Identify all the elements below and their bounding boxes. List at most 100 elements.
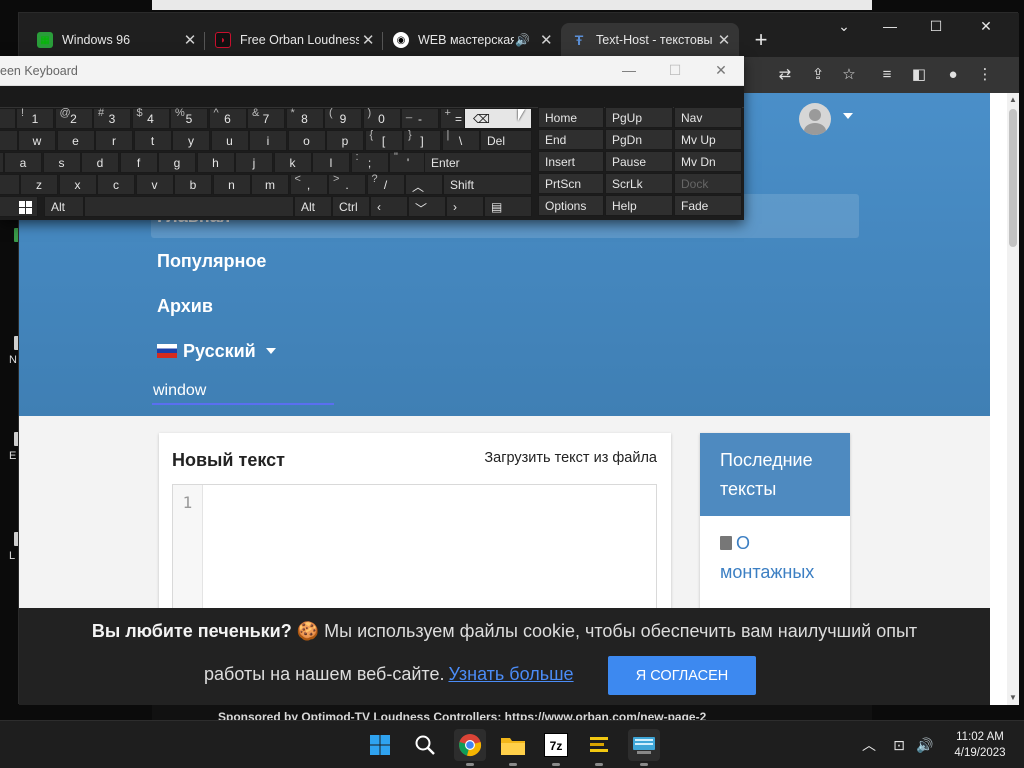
desktop-icon-1[interactable] bbox=[0, 228, 22, 242]
side-panel-icon[interactable]: ◧ bbox=[909, 65, 929, 85]
key-6[interactable]: ^ 6 bbox=[208, 107, 247, 129]
key--[interactable]: _ - bbox=[401, 107, 439, 129]
key-menu[interactable]: ▤ bbox=[484, 196, 532, 217]
key-8[interactable]: * 8 bbox=[285, 107, 324, 129]
key-dock[interactable]: Dock bbox=[674, 173, 742, 194]
key-;[interactable]: :; bbox=[350, 151, 389, 173]
key-c[interactable]: c bbox=[97, 174, 135, 195]
user-avatar[interactable] bbox=[799, 103, 831, 135]
key-shift-right[interactable]: Shift bbox=[443, 174, 532, 195]
key-alt-left[interactable]: Alt bbox=[44, 196, 84, 217]
osk-app[interactable] bbox=[628, 729, 660, 766]
scroll-thumb[interactable] bbox=[1009, 109, 1017, 247]
tab-texthost[interactable]: Ŧ Text-Host - текстовы ✕ bbox=[561, 23, 739, 57]
key-ctrl[interactable]: Ctrl bbox=[332, 196, 370, 217]
key-s[interactable]: s bbox=[42, 152, 81, 173]
notes-app[interactable] bbox=[583, 729, 615, 766]
key-k[interactable]: k bbox=[273, 152, 312, 173]
nav-archive[interactable]: Архив bbox=[157, 296, 213, 317]
key-o[interactable]: o bbox=[287, 130, 326, 151]
tab-orban[interactable]: ◗ Free Orban Loudness ✕ bbox=[205, 23, 383, 57]
key-j[interactable]: j bbox=[235, 152, 273, 173]
key-w[interactable]: w bbox=[18, 130, 56, 151]
search-input[interactable] bbox=[152, 379, 334, 405]
nav-popular[interactable]: Популярное bbox=[157, 251, 266, 272]
key-n[interactable]: n bbox=[212, 174, 251, 195]
key-'[interactable]: " ' bbox=[389, 151, 427, 173]
close-tab-icon[interactable]: ✕ bbox=[715, 31, 733, 49]
tab-web-workshop[interactable]: ◉ WEB мастерская 🔊 ✕ bbox=[383, 23, 561, 57]
key-options[interactable]: Options bbox=[538, 195, 604, 216]
language-selector[interactable]: Русский bbox=[157, 341, 276, 362]
key-prtscn[interactable]: PrtScn bbox=[538, 173, 604, 194]
key-2[interactable]: @2 bbox=[54, 107, 93, 129]
key-e[interactable]: e bbox=[56, 130, 95, 151]
key-/[interactable]: ? / bbox=[366, 173, 405, 195]
close-tab-icon[interactable]: ✕ bbox=[359, 31, 377, 49]
key-y[interactable]: y bbox=[172, 130, 210, 151]
key-v[interactable]: v bbox=[135, 174, 174, 195]
maximize-button[interactable]: ☐ bbox=[913, 13, 959, 41]
key-tab[interactable] bbox=[0, 130, 18, 151]
tab-windows96[interactable]: ▦ Windows 96 ✕ bbox=[27, 23, 205, 57]
key-arrow-up[interactable]: ︿ bbox=[405, 174, 443, 195]
scroll-up-icon[interactable]: ▲ bbox=[1009, 95, 1017, 105]
key-u[interactable]: u bbox=[210, 130, 249, 151]
page-scrollbar[interactable]: ▲ ▼ bbox=[1007, 93, 1019, 705]
cookie-accept-button[interactable]: Я СОГЛАСЕН bbox=[608, 656, 756, 695]
key-m[interactable]: m bbox=[251, 174, 289, 195]
key-windows[interactable] bbox=[0, 196, 38, 217]
key-a[interactable]: a bbox=[4, 152, 42, 173]
chevron-down-icon[interactable] bbox=[843, 113, 853, 119]
key-b[interactable]: b bbox=[174, 174, 212, 195]
translate-icon[interactable]: ⇄ bbox=[775, 65, 795, 85]
key-space[interactable] bbox=[84, 196, 294, 217]
key-arrow-right[interactable]: › bbox=[446, 196, 484, 217]
network-icon[interactable]: ⊡ bbox=[888, 721, 910, 768]
key-pause[interactable]: Pause bbox=[605, 151, 673, 172]
key-.[interactable]: >. bbox=[328, 173, 366, 195]
key-fade[interactable]: Fade bbox=[674, 195, 742, 216]
close-button[interactable]: ✕ bbox=[698, 56, 744, 86]
key-x[interactable]: x bbox=[58, 174, 97, 195]
key-g[interactable]: g bbox=[158, 152, 196, 173]
bookmark-star-icon[interactable]: ☆ bbox=[839, 65, 859, 85]
key-p[interactable]: p bbox=[326, 130, 364, 151]
key-f[interactable]: f bbox=[119, 152, 158, 173]
key-5[interactable]: % 5 bbox=[170, 107, 208, 129]
key-0[interactable]: ) 0 bbox=[362, 107, 401, 129]
key-pgdn[interactable]: PgDn bbox=[605, 129, 673, 150]
scroll-down-icon[interactable]: ▼ bbox=[1009, 693, 1017, 703]
search-button[interactable] bbox=[409, 729, 441, 761]
key-end[interactable]: End bbox=[538, 129, 604, 150]
reading-list-icon[interactable]: ≡ bbox=[877, 65, 897, 85]
show-hidden-icons-chevron-icon[interactable]: ︿ bbox=[858, 721, 880, 768]
osk-title-bar[interactable]: een Keyboard — ☐ ✕ bbox=[0, 56, 744, 86]
key-backtick[interactable]: ` bbox=[0, 108, 16, 129]
desktop-icon-2[interactable]: N bbox=[0, 336, 22, 366]
key-backslash[interactable]: | \ bbox=[441, 129, 480, 151]
start-button[interactable] bbox=[364, 729, 396, 761]
key-7[interactable]: & 7 bbox=[247, 107, 285, 129]
key-,[interactable]: <, bbox=[289, 173, 328, 195]
tab-search-dropdown-icon[interactable]: ⌄ bbox=[821, 13, 867, 41]
menu-icon[interactable]: ⋮ bbox=[975, 65, 995, 85]
audio-playing-icon[interactable]: 🔊 bbox=[514, 33, 531, 47]
key-t[interactable]: t bbox=[133, 130, 172, 151]
key-mv-up[interactable]: Mv Up bbox=[674, 129, 742, 150]
upload-from-file-link[interactable]: Загрузить текст из файла bbox=[484, 450, 657, 466]
close-window-button[interactable]: ✕ bbox=[963, 13, 1009, 41]
key-z[interactable]: z bbox=[20, 174, 58, 195]
key-enter[interactable]: Enter bbox=[424, 152, 532, 173]
key-9[interactable]: (9 bbox=[324, 107, 362, 129]
share-icon[interactable]: ⇪ bbox=[808, 65, 828, 85]
key-3[interactable]: #3 bbox=[93, 107, 131, 129]
new-tab-button[interactable]: + bbox=[749, 27, 773, 53]
key-scrlk[interactable]: ScrLk bbox=[605, 173, 673, 194]
key-nav[interactable]: Nav bbox=[674, 107, 742, 128]
minimize-button[interactable]: — bbox=[606, 56, 652, 86]
learn-more-link[interactable]: Узнать больше bbox=[448, 664, 573, 684]
key-alt-right[interactable]: Alt bbox=[294, 196, 332, 217]
key-del[interactable]: Del bbox=[480, 130, 532, 151]
minimize-button[interactable]: — bbox=[867, 13, 913, 41]
